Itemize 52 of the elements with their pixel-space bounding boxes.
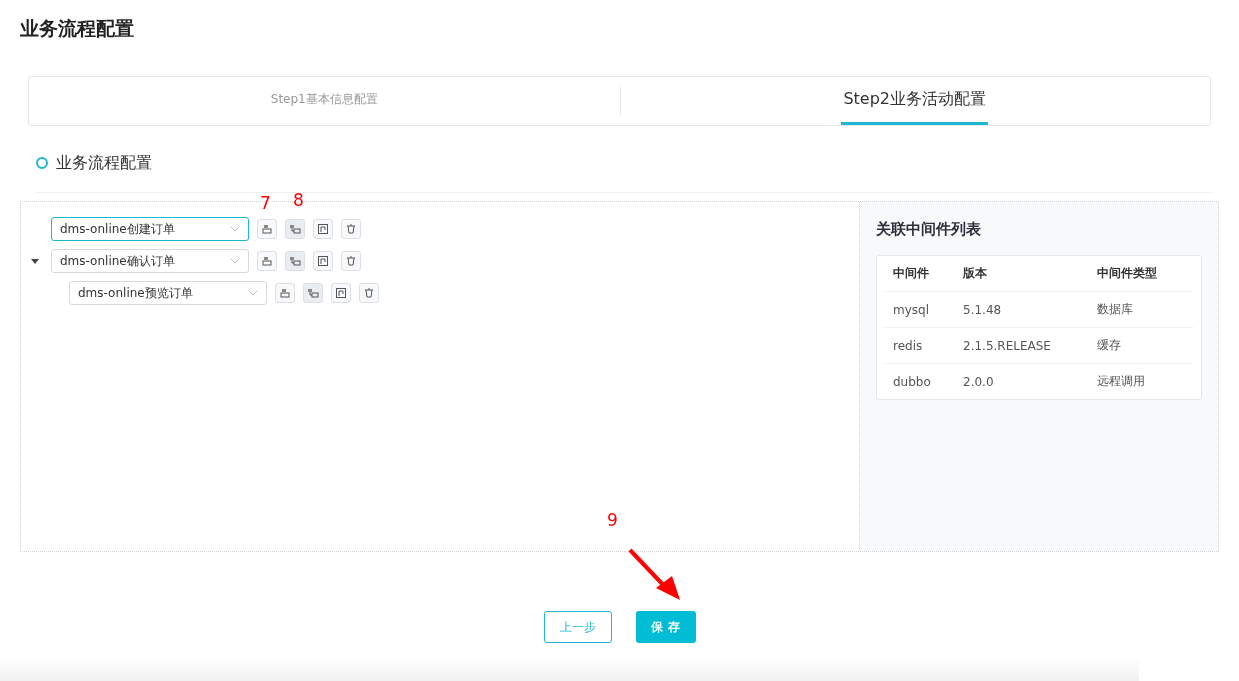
delete-icon bbox=[345, 223, 357, 235]
column-header: 中间件类型 bbox=[1097, 265, 1158, 282]
add-child-button[interactable] bbox=[285, 219, 305, 239]
activity-select[interactable]: dms-online预览订单 bbox=[69, 281, 267, 305]
add-node-button[interactable] bbox=[257, 219, 277, 239]
table-cell-text: 5.1.48 bbox=[963, 302, 1003, 317]
table-cell-text: 2.1.5.RELEASE bbox=[963, 338, 1052, 353]
table-cell-text: 2.0.0 bbox=[963, 374, 995, 389]
table-cell-text: 缓存 bbox=[1097, 337, 1122, 354]
table-cell-text: 远程调用 bbox=[1097, 373, 1146, 390]
panel-icon bbox=[317, 223, 329, 235]
panel-title: 关联中间件列表 bbox=[876, 220, 982, 239]
annotation-number: 8 bbox=[293, 190, 304, 210]
annotation-number: 7 bbox=[260, 193, 271, 213]
table-cell-text: mysql bbox=[893, 302, 930, 317]
add-child-icon bbox=[289, 255, 301, 267]
panel-icon bbox=[335, 287, 347, 299]
section-title: 业务流程配置 bbox=[56, 152, 152, 174]
ring-icon bbox=[36, 157, 48, 169]
panel-icon bbox=[317, 255, 329, 267]
add-child-icon bbox=[289, 223, 301, 235]
add-child-button[interactable] bbox=[285, 251, 305, 271]
caret-down-icon bbox=[248, 290, 258, 296]
panel-button[interactable] bbox=[331, 283, 351, 303]
add-node-button[interactable] bbox=[257, 251, 277, 271]
tree-toggle-icon[interactable] bbox=[31, 257, 39, 265]
add-node-icon bbox=[279, 287, 291, 299]
add-node-icon bbox=[261, 223, 273, 235]
activity-select[interactable]: dms-online确认订单 bbox=[51, 249, 249, 273]
caret-down-icon bbox=[230, 226, 240, 232]
table-cell-text: 数据库 bbox=[1097, 301, 1134, 318]
add-node-button[interactable] bbox=[275, 283, 295, 303]
page-title: 业务流程配置 bbox=[20, 16, 135, 41]
table-cell-text: redis bbox=[893, 338, 924, 353]
delete-button[interactable] bbox=[341, 219, 361, 239]
step-tab[interactable]: Step2业务活动配置 bbox=[841, 77, 989, 125]
table-cell-text: dubbo bbox=[893, 374, 932, 389]
delete-icon bbox=[363, 287, 375, 299]
activity-select[interactable]: dms-online创建订单 bbox=[51, 217, 249, 241]
annotation-arrow bbox=[628, 548, 682, 602]
column-header: 中间件 bbox=[893, 265, 930, 282]
annotation-number: 9 bbox=[607, 510, 618, 530]
column-header: 版本 bbox=[963, 265, 988, 282]
delete-icon bbox=[345, 255, 357, 267]
caret-down-icon bbox=[230, 258, 240, 264]
delete-button[interactable] bbox=[341, 251, 361, 271]
add-child-button[interactable] bbox=[303, 283, 323, 303]
panel-button[interactable] bbox=[313, 219, 333, 239]
add-child-icon bbox=[307, 287, 319, 299]
panel-button[interactable] bbox=[313, 251, 333, 271]
delete-button[interactable] bbox=[359, 283, 379, 303]
add-node-icon bbox=[261, 255, 273, 267]
